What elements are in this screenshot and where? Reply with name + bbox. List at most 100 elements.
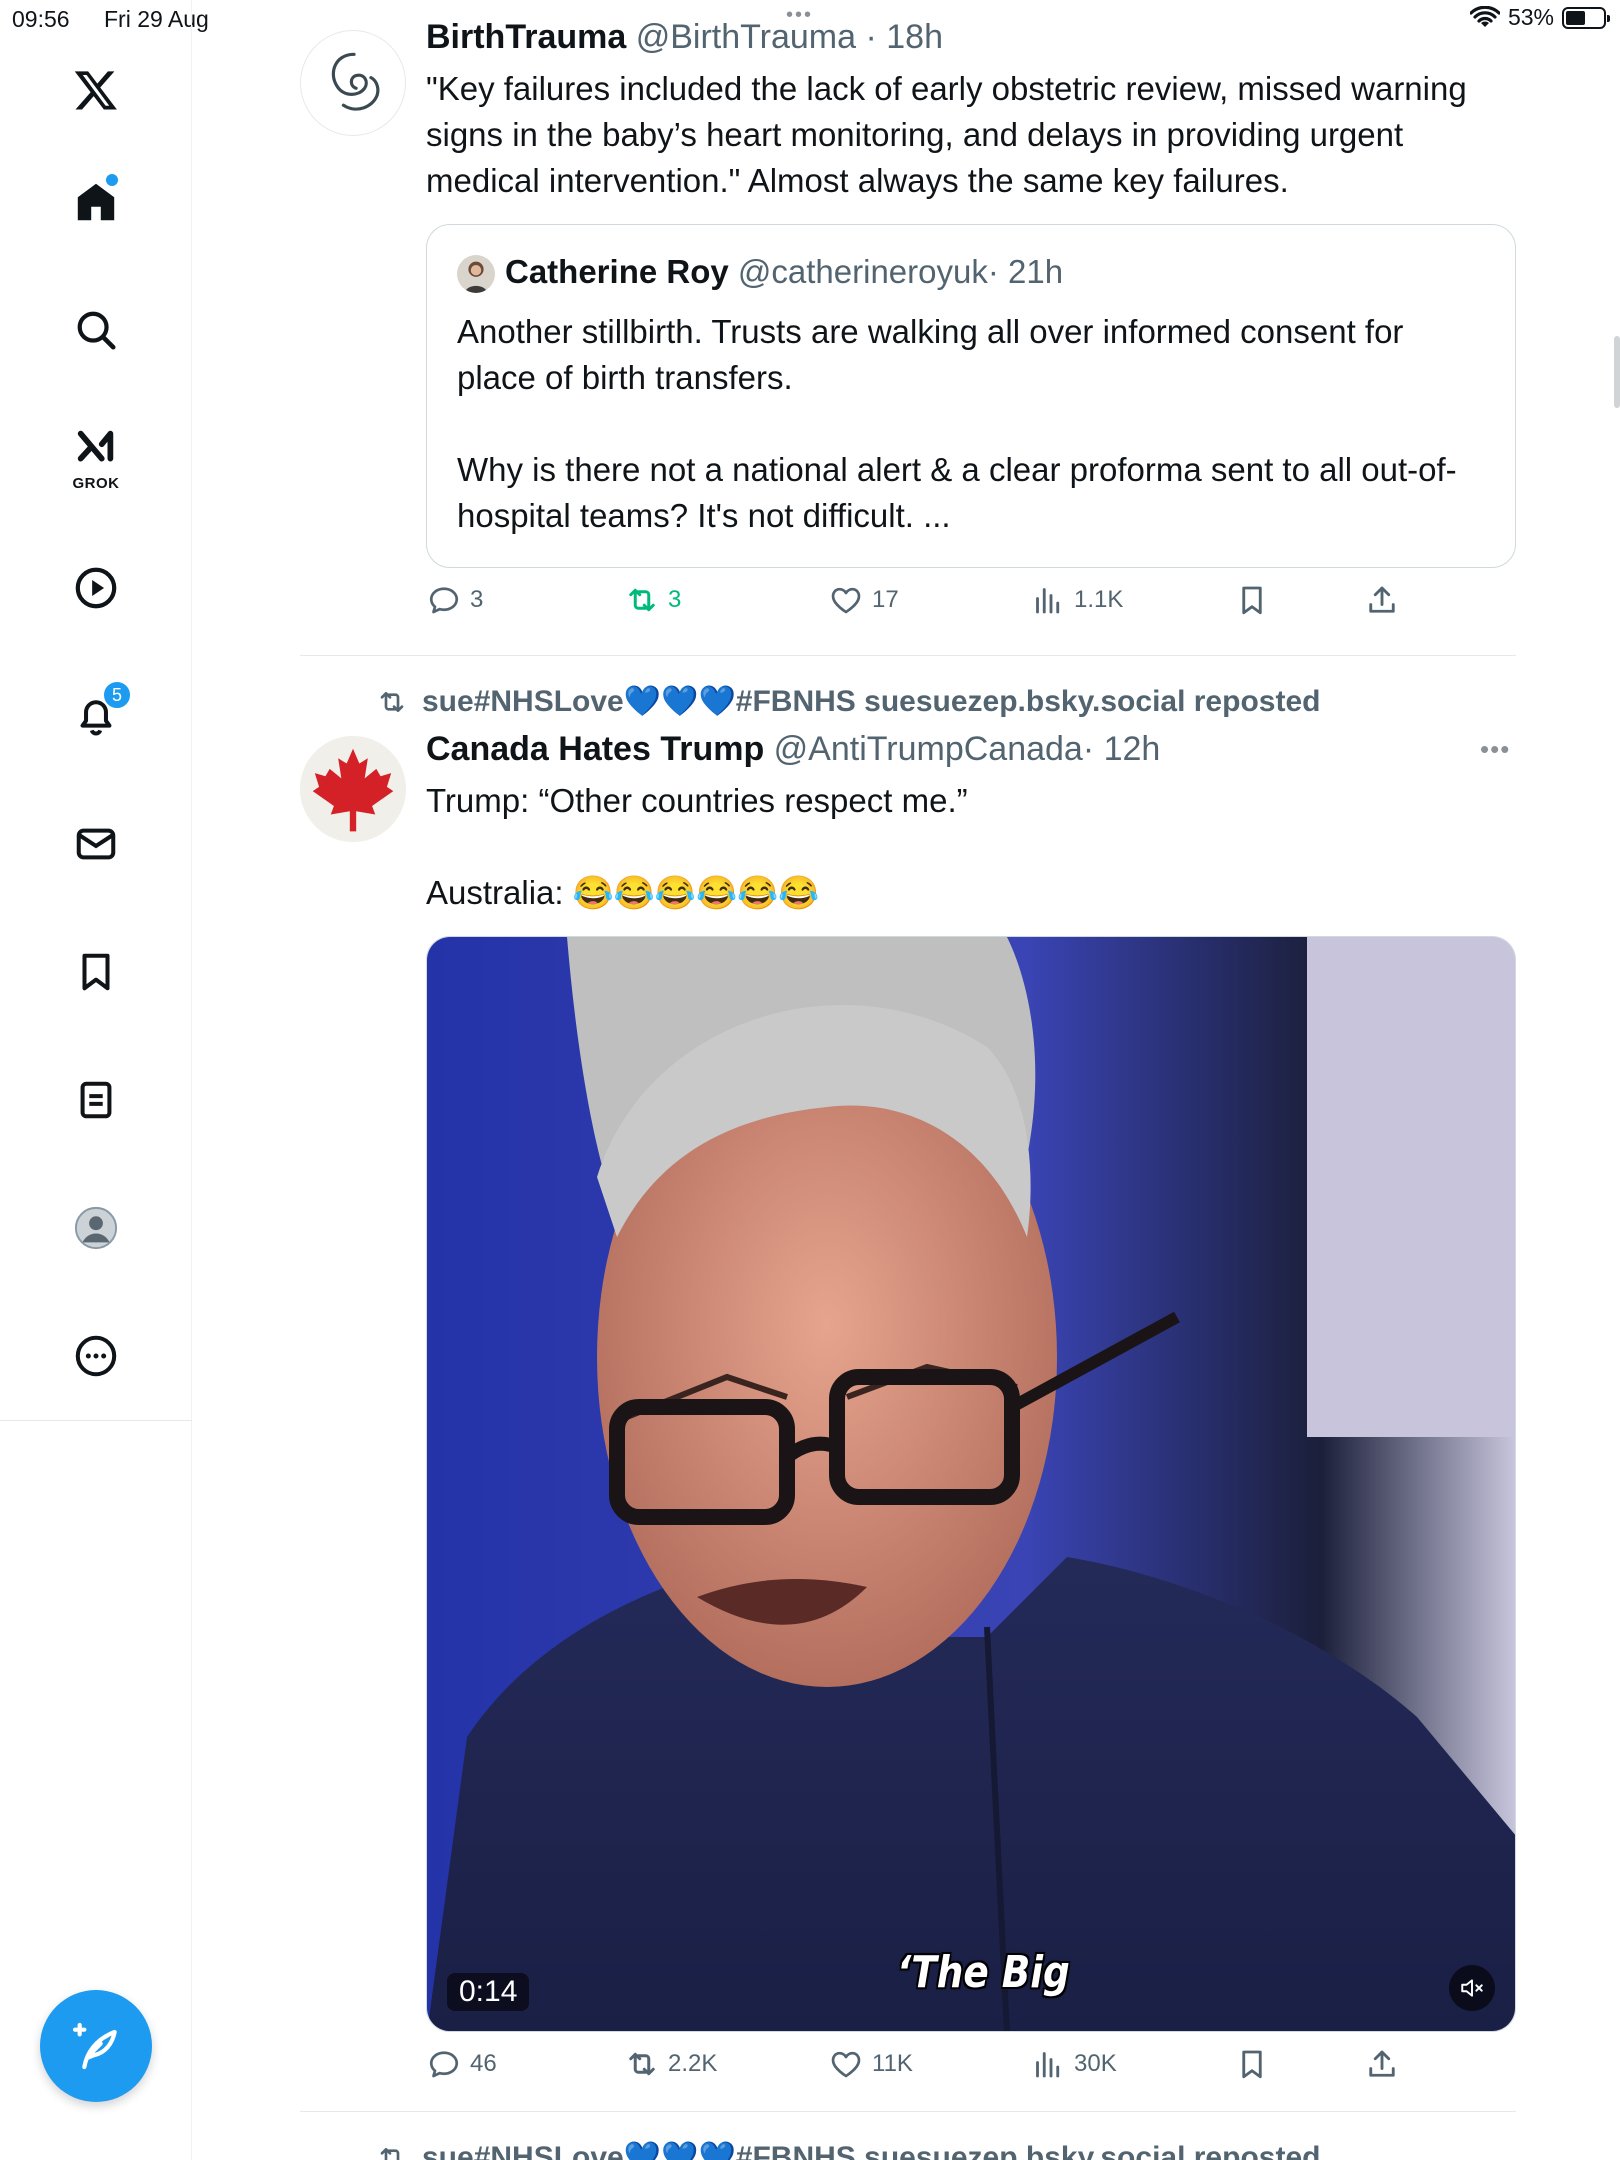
avatar[interactable] (300, 736, 406, 842)
sidebar-divider (0, 1420, 192, 1421)
more-options-icon[interactable]: ••• (1480, 734, 1510, 765)
compose-feather-icon (72, 2022, 117, 2070)
tweet-text: "Key failures included the lack of early… (426, 70, 1467, 199)
grok-label: GROK (72, 475, 120, 492)
reply-count: 3 (470, 586, 484, 613)
tweet-time[interactable]: · 18h (865, 18, 943, 56)
sidebar-item-profile[interactable] (56, 1188, 136, 1268)
share-button[interactable] (1364, 2046, 1400, 2082)
reply-icon (429, 2051, 459, 2078)
quote-header: Catherine Roy @catherineroyuk· 21h (505, 253, 1063, 291)
speaker-muted-icon (1461, 1979, 1483, 1997)
sidebar-nav: GROK 5 (0, 0, 192, 2160)
repost-icon (629, 588, 655, 612)
quote-author-name: Catherine Roy (505, 253, 729, 290)
quote-author-handle: @catherineroyuk (737, 253, 988, 290)
share-icon (1369, 2050, 1395, 2077)
repost-icon (380, 2147, 400, 2160)
tweet-divider (300, 655, 1516, 656)
sidebar-item-grok[interactable]: GROK (56, 418, 136, 498)
bookmark-button[interactable] (1234, 582, 1270, 618)
quote-time: · 21h (987, 253, 1064, 290)
video-frame (427, 937, 1515, 2031)
list-document-icon (80, 1081, 112, 1119)
like-count: 17 (872, 586, 899, 613)
like-button[interactable]: 17 (828, 582, 899, 618)
maple-leaf-icon (300, 736, 406, 842)
video-duration: 0:14 (447, 1973, 530, 2011)
avatar[interactable] (300, 30, 406, 136)
author-name[interactable]: BirthTrauma (426, 18, 626, 56)
notifications-badge: 5 (102, 680, 132, 710)
scrollbar-thumb[interactable] (1614, 336, 1620, 408)
mail-icon (76, 828, 116, 860)
tweet-header: BirthTrauma @BirthTrauma · 18h (426, 18, 943, 57)
bookmark-icon (1242, 2050, 1262, 2079)
tweet-divider (300, 2111, 1516, 2112)
home-new-dot (106, 174, 118, 186)
views-chart-icon (1036, 588, 1060, 614)
repost-button[interactable]: 2.2K (624, 2046, 717, 2082)
share-button[interactable] (1364, 582, 1400, 618)
views-button[interactable]: 30K (1030, 2046, 1117, 2082)
sidebar-item-more[interactable] (56, 1316, 136, 1396)
sidebar-item-notifications[interactable]: 5 (56, 676, 136, 756)
reply-button[interactable]: 46 (426, 2046, 497, 2082)
tweet-actions: 46 2.2K 11K 30K (426, 2046, 1526, 2096)
like-button[interactable]: 11K (828, 2046, 913, 2082)
video-player[interactable]: ‘The Big 0:14 (426, 936, 1516, 2032)
heart-icon (831, 587, 861, 614)
reply-button[interactable]: 3 (426, 582, 483, 618)
bookmark-icon (82, 953, 110, 991)
more-circle-icon (75, 1335, 117, 1377)
search-icon (77, 311, 116, 350)
mute-button[interactable] (1449, 1965, 1495, 2011)
profile-avatar-icon (74, 1206, 118, 1250)
compose-post-button[interactable] (40, 1990, 152, 2102)
sidebar-item-lists[interactable] (56, 1060, 136, 1140)
bookmark-button[interactable] (1234, 2046, 1270, 2082)
status-indicators: 53% (1469, 4, 1610, 31)
tweet-time[interactable]: · 12h (1083, 730, 1161, 768)
bookmark-icon (1242, 586, 1262, 615)
author-handle[interactable]: @BirthTrauma (636, 18, 856, 56)
like-count: 11K (872, 2050, 913, 2077)
repost-context-text: sue#NHSLove💙💙💙#FBNHS suesuezep.bsky.soci… (422, 685, 1321, 718)
tweet-actions: 3 3 17 1.1K (426, 582, 1526, 632)
views-count: 1.1K (1074, 586, 1124, 613)
birthtrauma-logo-icon (331, 52, 380, 111)
quote-text: Another stillbirth. Trusts are walking a… (457, 313, 1457, 534)
x-logo-icon[interactable] (56, 50, 136, 130)
views-button[interactable]: 1.1K (1030, 582, 1123, 618)
author-name[interactable]: Canada Hates Trump (426, 730, 764, 768)
share-icon (1369, 586, 1395, 613)
views-count: 30K (1074, 2050, 1117, 2077)
grok-icon (77, 430, 114, 462)
repost-icon (380, 691, 404, 712)
repost-count: 3 (668, 586, 682, 613)
tweet-header: Canada Hates Trump @AntiTrumpCanada· 12h (426, 730, 1160, 769)
repost-context-text: sue#NHSLove💙💙💙#FBNHS suesuezep.bsky.soci… (422, 2141, 1321, 2160)
reply-icon (429, 587, 459, 614)
repost-context[interactable]: sue#NHSLove💙💙💙#FBNHS suesuezep.bsky.soci… (376, 2140, 1320, 2160)
quoted-tweet[interactable]: Catherine Roy @catherineroyuk· 21h Anoth… (426, 224, 1516, 568)
views-chart-icon (1036, 2052, 1060, 2078)
battery-icon (1562, 6, 1610, 29)
repost-button[interactable]: 3 (624, 582, 681, 618)
sidebar-item-video[interactable] (56, 548, 136, 628)
sidebar-item-explore[interactable] (56, 290, 136, 370)
repost-icon (629, 2052, 655, 2076)
tweet-text: Trump: “Other countries respect me.” Aus… (426, 782, 968, 911)
video-caption: ‘The Big (897, 1947, 1070, 1998)
quote-avatar (457, 255, 495, 293)
repost-count: 2.2K (668, 2050, 718, 2077)
sidebar-item-home[interactable] (56, 162, 136, 242)
play-circle-icon (75, 567, 117, 609)
battery-percent: 53% (1507, 4, 1554, 30)
author-handle[interactable]: @AntiTrumpCanada (774, 730, 1083, 768)
sidebar-item-messages[interactable] (56, 804, 136, 884)
repost-context[interactable]: sue#NHSLove💙💙💙#FBNHS suesuezep.bsky.soci… (376, 684, 1320, 719)
heart-icon (831, 2051, 861, 2078)
reply-count: 46 (470, 2050, 497, 2077)
sidebar-item-bookmarks[interactable] (56, 932, 136, 1012)
